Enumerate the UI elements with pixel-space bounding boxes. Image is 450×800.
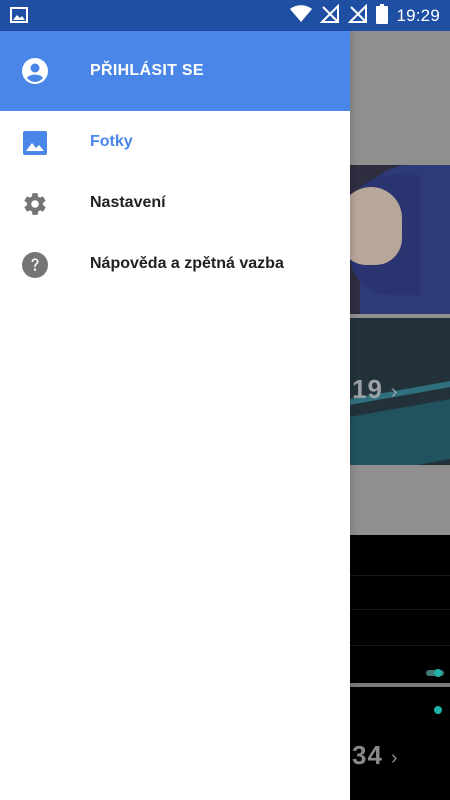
battery-icon bbox=[376, 3, 389, 29]
background-gap bbox=[350, 465, 450, 535]
drawer-menu: Fotky Nastavení Nápověda a zpětná vazba bbox=[0, 111, 350, 294]
toggle-knob bbox=[434, 706, 442, 714]
screen: 19:29 19 › 34 › PŘIHLÁSIT SE Fotky Nasta… bbox=[0, 0, 450, 800]
chevron-right-icon: › bbox=[390, 381, 399, 403]
divider bbox=[350, 609, 450, 610]
photo-counter: 19 › bbox=[352, 374, 399, 405]
photo-thumbnail[interactable] bbox=[350, 165, 450, 314]
drawer-item-label: Nastavení bbox=[90, 194, 166, 211]
photo-counter: 34 › bbox=[352, 740, 399, 771]
help-icon bbox=[22, 252, 48, 278]
photo-counter-value: 34 bbox=[352, 740, 383, 770]
settings-screenshot-thumbnail[interactable]: 34 › bbox=[350, 535, 450, 800]
image-notification-icon bbox=[10, 7, 32, 25]
sign-in-button[interactable]: PŘIHLÁSIT SE bbox=[0, 31, 350, 111]
drawer-item-settings[interactable]: Nastavení bbox=[0, 172, 350, 233]
sign-in-label: PŘIHLÁSIT SE bbox=[90, 62, 204, 79]
background-content: 19 › 34 › bbox=[350, 31, 450, 800]
account-circle-icon bbox=[22, 58, 48, 84]
status-icons: 19:29 bbox=[290, 3, 440, 29]
status-bar: 19:29 bbox=[0, 0, 450, 31]
photo-counter-value: 19 bbox=[352, 374, 383, 404]
photo-thumbnail[interactable]: 19 › bbox=[350, 318, 450, 477]
chevron-right-icon: › bbox=[390, 747, 399, 769]
status-time: 19:29 bbox=[396, 6, 440, 25]
toggle-knob bbox=[434, 669, 442, 677]
gear-icon bbox=[22, 191, 48, 217]
navigation-drawer: PŘIHLÁSIT SE Fotky Nastavení Nápověda a … bbox=[0, 31, 350, 800]
wifi-icon bbox=[290, 4, 313, 28]
photo-face-shape bbox=[350, 187, 402, 265]
drawer-item-label: Nápověda a zpětná vazba bbox=[90, 255, 284, 272]
no-signal-icon bbox=[320, 3, 340, 29]
divider bbox=[350, 645, 450, 646]
photo-icon bbox=[22, 130, 48, 156]
drawer-item-photos[interactable]: Fotky bbox=[0, 111, 350, 172]
divider bbox=[350, 575, 450, 576]
drawer-item-help[interactable]: Nápověda a zpětná vazba bbox=[0, 233, 350, 294]
no-signal-icon bbox=[348, 3, 368, 29]
drawer-item-label: Fotky bbox=[90, 133, 133, 150]
divider bbox=[350, 683, 450, 687]
